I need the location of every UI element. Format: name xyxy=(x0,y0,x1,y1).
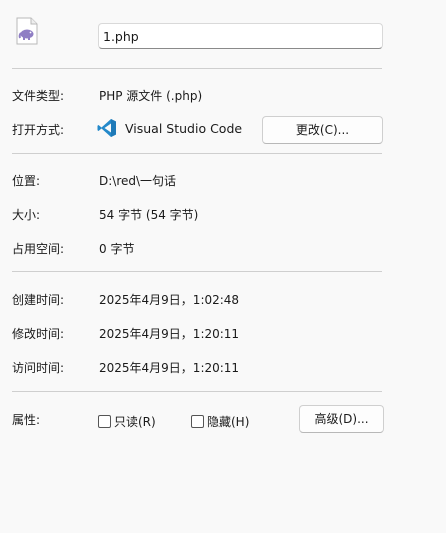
readonly-checkbox[interactable] xyxy=(98,415,111,428)
separator xyxy=(12,68,382,69)
hidden-checkbox-row[interactable]: 隐藏(H) xyxy=(191,413,249,430)
attributes-label: 属性: xyxy=(12,413,41,427)
size-on-disk-label: 占用空间: xyxy=(12,242,65,256)
file-name-input[interactable]: 1.php xyxy=(98,23,383,49)
separator xyxy=(12,391,382,392)
php-file-icon xyxy=(16,17,38,45)
accessed-value: 2025年4月9日，1:20:11 xyxy=(99,361,240,375)
location-value: D:\red\一句话 xyxy=(99,174,177,188)
file-type-value: PHP 源文件 (.php) xyxy=(99,89,203,103)
open-with-app-name: Visual Studio Code xyxy=(125,121,243,136)
vscode-icon xyxy=(97,118,117,138)
advanced-button[interactable]: 高级(D)... xyxy=(299,405,384,433)
hidden-checkbox[interactable] xyxy=(191,415,204,428)
modified-value: 2025年4月9日，1:20:11 xyxy=(99,327,240,341)
size-label: 大小: xyxy=(12,208,41,222)
size-on-disk-value: 0 字节 xyxy=(99,242,135,256)
hidden-label: 隐藏(H) xyxy=(207,415,250,429)
modified-label: 修改时间: xyxy=(12,327,65,341)
location-label: 位置: xyxy=(12,174,41,188)
readonly-label: 只读(R) xyxy=(114,415,156,429)
size-value: 54 字节 (54 字节) xyxy=(99,208,199,222)
separator xyxy=(12,271,382,272)
created-label: 创建时间: xyxy=(12,293,65,307)
separator xyxy=(12,153,382,154)
created-value: 2025年4月9日，1:02:48 xyxy=(99,293,240,307)
accessed-label: 访问时间: xyxy=(12,361,65,375)
open-with-label: 打开方式: xyxy=(12,123,65,137)
change-button[interactable]: 更改(C)... xyxy=(262,116,383,144)
readonly-checkbox-row[interactable]: 只读(R) xyxy=(98,413,156,430)
file-type-label: 文件类型: xyxy=(12,89,65,103)
